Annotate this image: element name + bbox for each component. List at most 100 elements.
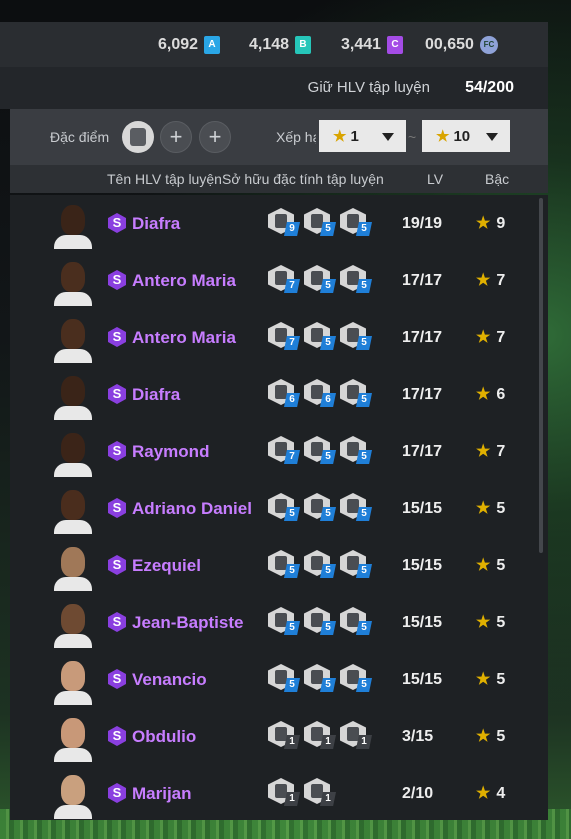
trait-filter-slot-filled[interactable]: [122, 121, 154, 153]
star-icon: ★: [476, 386, 491, 403]
training-trait-icon[interactable]: 5: [304, 664, 338, 694]
coach-row[interactable]: S Diafra 9 5 5 19/19 ★ 9: [10, 195, 548, 252]
trait-glyph: [347, 442, 359, 456]
training-trait-icon[interactable]: 5: [304, 550, 338, 580]
training-trait-icon[interactable]: 1: [340, 721, 374, 751]
column-header-name[interactable]: Tên HLV tập luyện: [107, 165, 222, 193]
trait-glyph: [311, 556, 323, 570]
training-trait-icon[interactable]: 7: [268, 265, 302, 295]
training-trait-icon[interactable]: 5: [268, 664, 302, 694]
currency-c-icon: C: [387, 35, 404, 54]
training-trait-icon[interactable]: 1: [268, 721, 302, 751]
training-trait-icon[interactable]: 5: [340, 550, 374, 580]
training-trait-icon[interactable]: 1: [268, 778, 302, 808]
trait-glyph: [347, 271, 359, 285]
star-icon: ★: [476, 272, 491, 289]
training-trait-icon[interactable]: 5: [304, 265, 338, 295]
column-header-traits[interactable]: Sở hữu đặc tính tập luyện: [222, 165, 384, 193]
coach-grade: ★ 7: [476, 252, 505, 309]
training-trait-icon[interactable]: 5: [340, 322, 374, 352]
coach-name: Diafra: [132, 214, 181, 233]
coach-row[interactable]: S Ezequiel 5 5 5 15/15 ★ 5: [10, 537, 548, 594]
add-trait-filter-button[interactable]: +: [199, 121, 231, 153]
training-trait-icon[interactable]: 1: [304, 778, 338, 808]
coach-avatar: [54, 203, 92, 249]
trait-glyph: [347, 385, 359, 399]
training-trait-icon[interactable]: 5: [340, 379, 374, 409]
avatar-shirt: [54, 292, 92, 306]
avatar-head: [61, 718, 85, 748]
coach-row[interactable]: S Adriano Daniel 5 5 5 15/15 ★ 5: [10, 480, 548, 537]
rank-from-dropdown[interactable]: ★ 1: [319, 120, 406, 152]
trait-glyph: [311, 613, 323, 627]
training-trait-icon[interactable]: 5: [304, 208, 338, 238]
coach-row[interactable]: S Jean-Baptiste 5 5 5 15/15 ★ 5: [10, 594, 548, 651]
training-trait-icon[interactable]: 5: [268, 607, 302, 637]
training-trait-icon[interactable]: 6: [268, 379, 302, 409]
coach-row[interactable]: S Antero Maria 7 5 5 17/17 ★ 7: [10, 309, 548, 366]
coach-row[interactable]: S Antero Maria 7 5 5 17/17 ★ 7: [10, 252, 548, 309]
filter-bar: Đặc điểm c + + Xếp hạ ★ 1 ~ ★ 10: [10, 109, 548, 165]
training-trait-icon[interactable]: 5: [304, 493, 338, 523]
training-trait-icon[interactable]: 6: [304, 379, 338, 409]
coach-avatar: [54, 431, 92, 477]
star-icon: ★: [476, 671, 491, 688]
rank-to-dropdown[interactable]: ★ 10: [422, 120, 510, 152]
list-scrollbar[interactable]: [539, 198, 543, 553]
coach-name: Diafra: [132, 385, 181, 404]
coach-row[interactable]: S Raymond 7 5 5 17/17 ★ 7: [10, 423, 548, 480]
coach-avatar: [54, 374, 92, 420]
coach-grade: ★ 6: [476, 366, 505, 423]
trait-glyph: [311, 727, 323, 741]
training-trait-icon[interactable]: 5: [340, 208, 374, 238]
avatar-shirt: [54, 748, 92, 762]
rarity-badge-icon: S: [108, 270, 126, 290]
coach-name: Raymond: [132, 442, 210, 461]
coach-row[interactable]: S Diafra 6 6 5 17/17 ★ 6: [10, 366, 548, 423]
trait-glyph: [275, 385, 287, 399]
currency-bar: 6,092 A 4,148 B 3,441 C 00,650 FC: [0, 22, 548, 67]
trait-glyph: [311, 214, 323, 228]
training-trait-icon[interactable]: 5: [304, 607, 338, 637]
training-trait-icon[interactable]: 5: [268, 493, 302, 523]
rarity-badge-icon: S: [108, 213, 126, 233]
column-header-grade[interactable]: Bậc: [485, 165, 509, 193]
trait-glyph: [275, 556, 287, 570]
avatar-head: [61, 319, 85, 349]
column-header-lv[interactable]: LV: [427, 165, 443, 193]
trait-glyph: [275, 271, 287, 285]
training-trait-icon[interactable]: 5: [304, 322, 338, 352]
coach-grade: ★ 5: [476, 480, 505, 537]
coach-level: 3/15: [402, 728, 434, 745]
trait-glyph: [347, 613, 359, 627]
coach-row[interactable]: S Marijan 1 1 2/10 ★ 4: [10, 765, 548, 820]
coach-row[interactable]: S Obdulio 1 1 1 3/15 ★ 5: [10, 708, 548, 765]
coach-storage-count: 54/200: [465, 79, 514, 96]
training-trait-icon[interactable]: 7: [268, 436, 302, 466]
training-trait-icon[interactable]: 5: [340, 664, 374, 694]
training-trait-icon[interactable]: 5: [340, 607, 374, 637]
chevron-down-icon: [486, 133, 498, 141]
coach-avatar: [54, 659, 92, 705]
coach-name: Antero Maria: [132, 271, 236, 290]
training-trait-icon[interactable]: 5: [268, 550, 302, 580]
coach-grade-value: 6: [496, 386, 506, 403]
coach-avatar: [54, 602, 92, 648]
training-trait-icon[interactable]: 5: [340, 265, 374, 295]
training-trait-icon[interactable]: 5: [340, 436, 374, 466]
star-icon: ★: [436, 128, 450, 145]
star-icon: ★: [476, 329, 491, 346]
coach-name: Jean-Baptiste: [132, 613, 244, 632]
avatar-shirt: [54, 634, 92, 648]
star-icon: ★: [333, 128, 347, 145]
add-trait-filter-button[interactable]: +: [160, 121, 192, 153]
training-trait-icon[interactable]: 7: [268, 322, 302, 352]
avatar-shirt: [54, 520, 92, 534]
trait-glyph: [311, 442, 323, 456]
training-trait-icon[interactable]: 1: [304, 721, 338, 751]
training-trait-icon[interactable]: 5: [340, 493, 374, 523]
training-trait-icon[interactable]: 9: [268, 208, 302, 238]
training-trait-icon[interactable]: 5: [304, 436, 338, 466]
avatar-shirt: [54, 235, 92, 249]
coach-row[interactable]: S Venancio 5 5 5 15/15 ★ 5: [10, 651, 548, 708]
